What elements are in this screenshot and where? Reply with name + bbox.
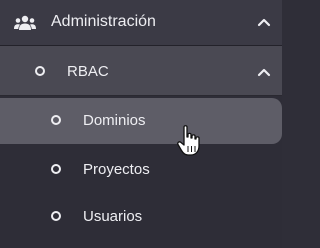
menu-item-dominios[interactable]: Dominios xyxy=(0,98,282,144)
menu-item-proyectos[interactable]: Proyectos xyxy=(0,147,282,193)
sidebar-menu: Administración RBAC Dominios Proyectos U… xyxy=(0,0,282,248)
hand-pointer-cursor-icon xyxy=(177,125,200,156)
menu-item-label: Dominios xyxy=(83,112,146,129)
menu-group-label: Administración xyxy=(51,13,156,30)
menu-item-label: Usuarios xyxy=(83,208,143,225)
circle-icon xyxy=(35,66,45,76)
menu-item-usuarios[interactable]: Usuarios xyxy=(0,194,282,240)
circle-icon xyxy=(51,115,61,125)
users-icon xyxy=(14,15,36,30)
circle-icon xyxy=(51,211,61,221)
menu-subgroup-rbac[interactable]: RBAC xyxy=(0,46,282,96)
menu-group-administracion[interactable]: Administración xyxy=(0,0,282,46)
menu-item-label: Proyectos xyxy=(83,161,150,178)
menu-subgroup-label: RBAC xyxy=(67,63,109,80)
chevron-up-icon[interactable] xyxy=(256,64,272,80)
circle-icon xyxy=(51,164,61,174)
chevron-up-icon[interactable] xyxy=(256,14,272,30)
